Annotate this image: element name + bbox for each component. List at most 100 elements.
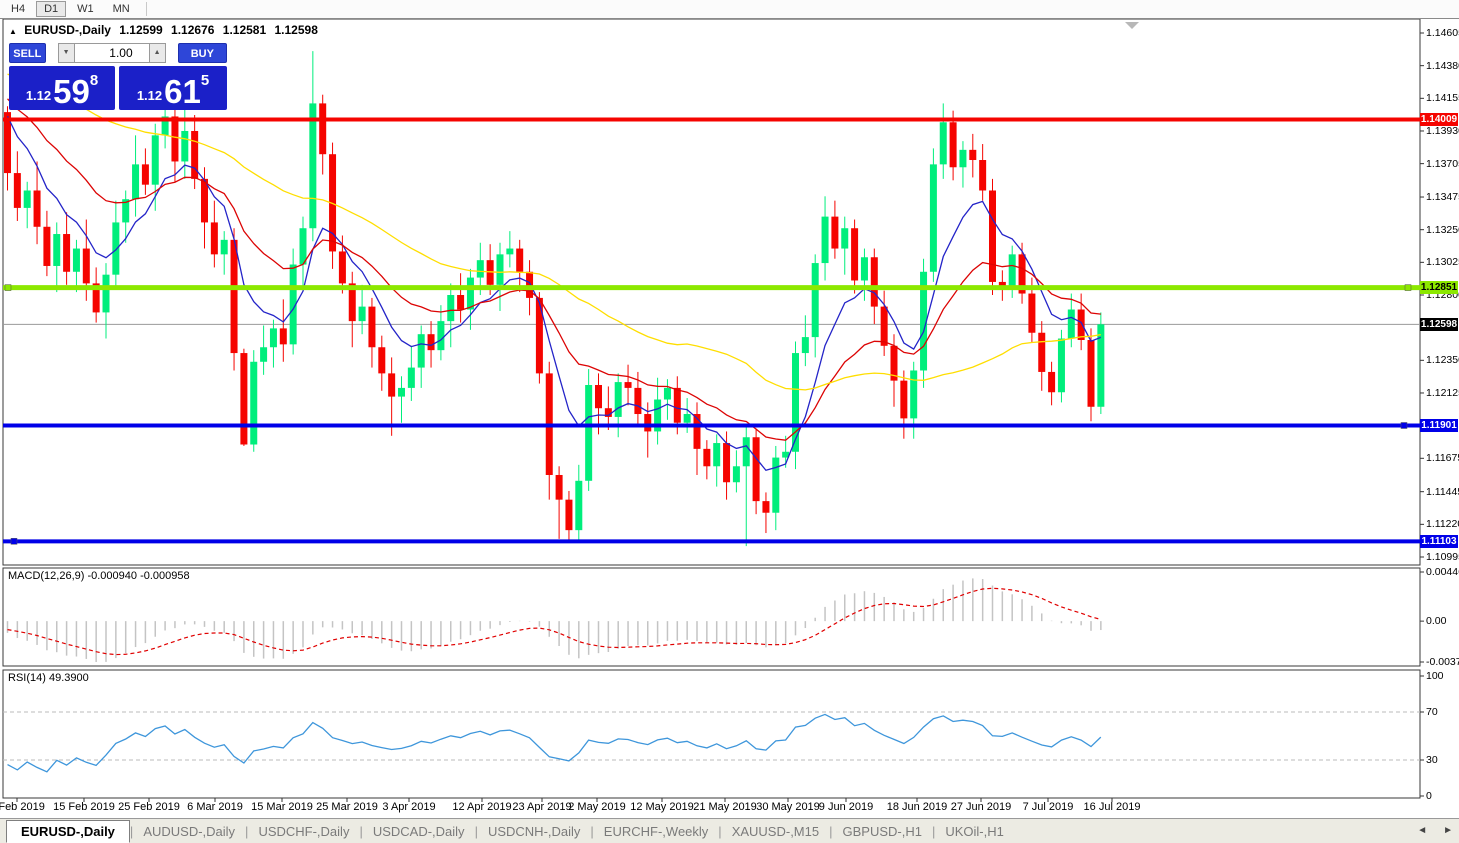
pane-border: [3, 568, 1420, 666]
candle-body: [703, 449, 710, 466]
candle-body: [171, 116, 178, 161]
candle-body: [792, 353, 799, 452]
collapse-triangle-icon[interactable]: ▲: [9, 27, 17, 36]
buy-button[interactable]: BUY: [178, 43, 227, 63]
candle-body: [437, 321, 444, 350]
tab-eurchf-weekly[interactable]: EURCHF-,Weekly: [594, 822, 719, 841]
candle-body: [221, 240, 228, 255]
candle-body: [1078, 310, 1085, 340]
sell-price-main: 59: [53, 77, 90, 107]
price-axis-label: 1.14380: [1426, 60, 1459, 72]
candle-body: [319, 103, 326, 154]
quote-low: 1.12581: [223, 23, 266, 37]
buy-price-prefix: 1.12: [137, 88, 162, 103]
rsi-indicator-label: RSI(14) 49.3900: [8, 672, 89, 684]
candle-body: [644, 414, 651, 431]
candle-body: [231, 240, 238, 353]
candle-body: [634, 388, 641, 414]
timeframe-button-d1[interactable]: D1: [36, 1, 66, 17]
candle-body: [428, 334, 435, 350]
tab-usdchf-daily[interactable]: USDCHF-,Daily: [248, 822, 359, 841]
hline-anchor-handle[interactable]: [1405, 285, 1411, 291]
date-axis-label: 12 May 2019: [630, 801, 694, 813]
candle-body: [950, 122, 957, 167]
candle-body: [211, 222, 218, 254]
hline-anchor-handle[interactable]: [1401, 422, 1407, 428]
macd-indicator-label: MACD(12,26,9) -0.000940 -0.000958: [8, 570, 190, 582]
candle-body: [959, 150, 966, 167]
candle-body: [1097, 324, 1104, 406]
volume-input[interactable]: 1.00: [75, 43, 149, 63]
price-axis-label: 1.13475: [1426, 191, 1459, 203]
volume-decrease-button[interactable]: ▼: [58, 43, 75, 63]
price-axis-label: 1.11220: [1426, 518, 1459, 530]
candle-body: [772, 458, 779, 513]
quote-open: 1.12599: [119, 23, 162, 37]
scroll-right-arrow[interactable]: ►: [1443, 825, 1453, 836]
candle-body: [585, 385, 592, 481]
candle-body: [112, 222, 119, 274]
candle-body: [14, 173, 21, 208]
candle-body: [900, 381, 907, 419]
price-axis-label: 1.13930: [1426, 125, 1459, 137]
candle-body: [822, 217, 829, 263]
date-axis-label: 6 Feb 2019: [0, 801, 45, 813]
tab-usdcad-daily[interactable]: USDCAD-,Daily: [363, 822, 475, 841]
candle-body: [1009, 254, 1016, 287]
candle-body: [300, 228, 307, 264]
tab-usdcnh-daily[interactable]: USDCNH-,Daily: [478, 822, 590, 841]
price-axis-label: 1.11675: [1426, 452, 1459, 464]
candle-body: [625, 382, 632, 388]
candle-body: [53, 234, 60, 266]
date-axis-label: 23 Apr 2019: [512, 801, 571, 813]
tab-ukoil-h1[interactable]: UKOil-,H1: [935, 822, 1014, 841]
candle-body: [398, 388, 405, 397]
volume-increase-button[interactable]: ▲: [149, 43, 166, 63]
candle-body: [181, 131, 188, 161]
sell-price-display[interactable]: 1.12 59 8: [9, 66, 115, 110]
candle-body: [457, 295, 464, 310]
timeframe-button-w1[interactable]: W1: [69, 1, 102, 17]
candle-body: [989, 190, 996, 281]
timeframe-button-h4[interactable]: H4: [3, 1, 33, 17]
hline-anchor-handle[interactable]: [5, 285, 11, 291]
price-axis-label: 1.14155: [1426, 92, 1459, 104]
candle-body: [684, 414, 691, 423]
tab-scrollbar: ◄ ►: [1417, 825, 1453, 836]
timeframe-button-mn[interactable]: MN: [105, 1, 138, 17]
buy-price-display[interactable]: 1.12 61 5: [119, 66, 227, 110]
candle-body: [1048, 372, 1055, 392]
toolbar-separator: [146, 2, 147, 16]
candle-body: [526, 272, 533, 298]
sell-price-prefix: 1.12: [26, 88, 51, 103]
tab-xauusd-m15[interactable]: XAUUSD-,M15: [722, 822, 829, 841]
hline-anchor-handle[interactable]: [11, 538, 17, 544]
candle-body: [615, 382, 622, 417]
candle-body: [802, 337, 809, 353]
candle-body: [1058, 339, 1065, 393]
price-badge-1.12851: 1.12851: [1420, 281, 1458, 294]
candle-body: [447, 295, 454, 321]
candle-body: [743, 437, 750, 466]
price-badge-1.11103: 1.11103: [1420, 535, 1458, 548]
tab-eurusd-daily[interactable]: EURUSD-,Daily: [6, 820, 130, 843]
candle-body: [43, 227, 50, 266]
candle-body: [309, 103, 316, 228]
sell-button[interactable]: SELL: [9, 43, 46, 63]
price-axis-label: 1.13025: [1426, 256, 1459, 268]
chart-canvas[interactable]: [0, 0, 1459, 843]
tab-audusd-daily[interactable]: AUDUSD-,Daily: [133, 822, 245, 841]
scroll-left-arrow[interactable]: ◄: [1417, 825, 1427, 836]
date-axis-label: 25 Mar 2019: [316, 801, 378, 813]
date-axis-label: 15 Feb 2019: [53, 801, 115, 813]
candle-body: [1038, 333, 1045, 372]
price-axis-label: 1.12350: [1426, 354, 1459, 366]
date-axis-label: 16 Jul 2019: [1084, 801, 1141, 813]
candle-body: [368, 307, 375, 348]
candle-body: [477, 260, 484, 277]
date-axis-label: 18 Jun 2019: [887, 801, 948, 813]
candle-body: [497, 254, 504, 284]
candle-body: [575, 481, 582, 530]
tab-gbpusd-h1[interactable]: GBPUSD-,H1: [833, 822, 932, 841]
candle-body: [63, 234, 70, 272]
